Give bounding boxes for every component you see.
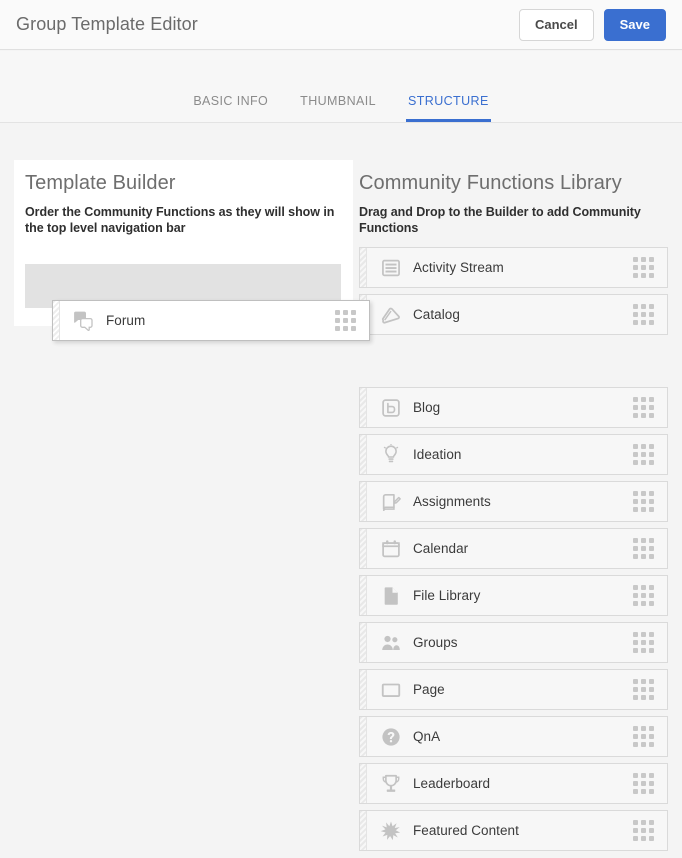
page-title: Group Template Editor bbox=[16, 14, 198, 34]
library-item[interactable]: Featured Content bbox=[359, 810, 668, 851]
library-description: Drag and Drop to the Builder to add Comm… bbox=[359, 205, 641, 235]
library-item-label: Calendar bbox=[413, 541, 469, 556]
library-item[interactable]: Assignments bbox=[359, 481, 668, 522]
library-item-label: Catalog bbox=[413, 307, 460, 322]
grip-stripe-icon bbox=[360, 529, 367, 568]
dragging-card-forum[interactable]: Forum bbox=[52, 300, 370, 341]
template-builder-description: Order the Community Functions as they wi… bbox=[25, 205, 335, 235]
grip-stripe-icon bbox=[360, 388, 367, 427]
calendar-icon bbox=[378, 536, 404, 562]
grip-stripe-icon bbox=[360, 811, 367, 850]
trophy-icon bbox=[378, 771, 404, 797]
top-bar-actions: Cancel Save bbox=[518, 8, 666, 41]
drag-handle-icon[interactable] bbox=[630, 632, 656, 654]
library-item[interactable]: Activity Stream bbox=[359, 247, 668, 288]
drag-handle-icon[interactable] bbox=[630, 304, 656, 326]
drag-handle-icon[interactable] bbox=[630, 397, 656, 419]
grip-stripe-icon bbox=[53, 301, 60, 340]
catalog-icon bbox=[378, 302, 404, 328]
library-title: Community Functions Library bbox=[359, 172, 622, 194]
library-item[interactable]: Calendar bbox=[359, 528, 668, 569]
tab-list: BASIC INFO THUMBNAIL STRUCTURE bbox=[191, 94, 491, 122]
community-functions-library-panel: Community Functions Library Drag and Dro… bbox=[359, 160, 668, 236]
library-item[interactable]: Catalog bbox=[359, 294, 668, 335]
grip-stripe-icon bbox=[360, 717, 367, 756]
starburst-icon bbox=[378, 818, 404, 844]
drag-handle-icon[interactable] bbox=[630, 726, 656, 748]
grip-stripe-icon bbox=[360, 764, 367, 803]
tab-structure[interactable]: STRUCTURE bbox=[406, 94, 491, 122]
drag-handle-icon[interactable] bbox=[630, 491, 656, 513]
top-bar: Group Template Editor Cancel Save bbox=[0, 0, 682, 50]
library-item[interactable]: File Library bbox=[359, 575, 668, 616]
drag-handle-icon[interactable] bbox=[630, 820, 656, 842]
drag-handle-icon[interactable] bbox=[630, 585, 656, 607]
tab-thumbnail[interactable]: THUMBNAIL bbox=[298, 94, 378, 122]
file-icon bbox=[378, 583, 404, 609]
grip-stripe-icon bbox=[360, 435, 367, 474]
library-item[interactable]: Leaderboard bbox=[359, 763, 668, 804]
library-item-label: Ideation bbox=[413, 447, 462, 462]
library-item-label: Featured Content bbox=[413, 823, 519, 838]
drag-handle-icon[interactable] bbox=[630, 679, 656, 701]
library-item[interactable]: Ideation bbox=[359, 434, 668, 475]
library-item[interactable]: Page bbox=[359, 669, 668, 710]
dragging-card-label: Forum bbox=[106, 313, 146, 328]
library-item-label: Groups bbox=[413, 635, 458, 650]
drag-handle-icon[interactable] bbox=[630, 444, 656, 466]
forum-icon bbox=[71, 308, 97, 334]
drag-handle-icon[interactable] bbox=[630, 773, 656, 795]
question-circle-icon bbox=[378, 724, 404, 750]
grip-stripe-icon bbox=[360, 576, 367, 615]
library-item-label: Page bbox=[413, 682, 445, 697]
assignments-icon bbox=[378, 489, 404, 515]
groups-icon bbox=[378, 630, 404, 656]
drag-handle-icon[interactable] bbox=[630, 538, 656, 560]
drag-handle-icon[interactable] bbox=[630, 257, 656, 279]
library-item-label: Blog bbox=[413, 400, 441, 415]
group-template-editor-page: Group Template Editor Cancel Save BASIC … bbox=[0, 0, 682, 858]
library-item[interactable]: Blog bbox=[359, 387, 668, 428]
activity-stream-icon bbox=[378, 255, 404, 281]
grip-stripe-icon bbox=[360, 248, 367, 287]
library-item-label: Assignments bbox=[413, 494, 491, 509]
grip-stripe-icon bbox=[360, 670, 367, 709]
library-item-list: Activity Stream Catalog Blog Ideation Assign… bbox=[359, 247, 668, 857]
grip-stripe-icon bbox=[360, 482, 367, 521]
library-item[interactable]: Groups bbox=[359, 622, 668, 663]
library-item-label: File Library bbox=[413, 588, 481, 603]
library-item-label: QnA bbox=[413, 729, 441, 744]
blog-icon bbox=[378, 395, 404, 421]
template-builder-title: Template Builder bbox=[25, 172, 176, 194]
grip-stripe-icon bbox=[360, 623, 367, 662]
tab-bar: BASIC INFO THUMBNAIL STRUCTURE bbox=[0, 51, 682, 123]
cancel-button[interactable]: Cancel bbox=[518, 8, 594, 41]
save-button[interactable]: Save bbox=[603, 8, 666, 41]
page-icon bbox=[378, 677, 404, 703]
lightbulb-icon bbox=[378, 442, 404, 468]
drag-handle-icon[interactable] bbox=[332, 310, 358, 332]
library-item[interactable]: QnA bbox=[359, 716, 668, 757]
library-item-label: Leaderboard bbox=[413, 776, 491, 791]
library-item-label: Activity Stream bbox=[413, 260, 504, 275]
tab-basic-info[interactable]: BASIC INFO bbox=[191, 94, 270, 122]
